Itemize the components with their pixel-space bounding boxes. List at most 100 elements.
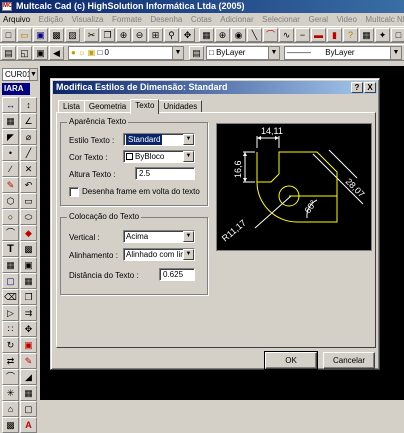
linetype-select[interactable]: ——— ByLayer ▼ — [284, 46, 402, 60]
vertical-select[interactable]: Acima ▼ — [123, 230, 195, 243]
dim-aligned-icon[interactable]: ▦ — [2, 113, 19, 129]
trim-icon[interactable]: − — [295, 28, 310, 42]
menu-arquivo[interactable]: Arquivo — [0, 13, 33, 26]
tab-texto[interactable]: Texto — [130, 99, 160, 114]
menu-formate[interactable]: Formate — [109, 13, 145, 26]
ray-icon[interactable]: ∕ — [2, 161, 19, 177]
open-folder-icon[interactable]: ▭ — [17, 28, 32, 42]
estilo-texto-select[interactable]: Standard ▼ — [123, 133, 195, 146]
arc-icon[interactable]: ⌒ — [263, 28, 278, 42]
dim-vertical-icon[interactable]: ↕ — [20, 97, 37, 113]
altura-texto-input[interactable]: 2.5 — [135, 167, 195, 180]
xline-icon[interactable]: ✕ — [20, 161, 37, 177]
color-select[interactable]: □ ByLayer ▼ — [206, 46, 280, 60]
draw-rectangle-icon[interactable]: ▭ — [20, 193, 37, 209]
block-icon[interactable]: ◆ — [20, 225, 37, 241]
app-icon[interactable]: MC — [2, 2, 12, 11]
menu-multcalc-nbr6118[interactable]: Multcalc NBR6118 — [362, 13, 404, 26]
cancel-button[interactable]: Cancelar — [323, 352, 375, 369]
draw-circle-icon[interactable]: ○ — [2, 209, 19, 225]
dim-diameter-icon[interactable]: ⌀ — [20, 129, 37, 145]
properties-icon[interactable]: ▦ — [20, 385, 37, 401]
save-icon[interactable]: ▣ — [33, 28, 48, 42]
layer-previous-icon[interactable]: ◀ — [49, 46, 64, 60]
pin-icon[interactable]: ✦ — [375, 28, 390, 42]
zoom-all-icon[interactable]: ⚲ — [164, 28, 179, 42]
cut-icon[interactable]: ✂ — [84, 28, 99, 42]
alinhamento-select[interactable]: Alinhado com linh ▼ — [123, 248, 195, 261]
calc-icon[interactable]: ▦ — [359, 28, 374, 42]
rotate-icon[interactable]: ↻ — [2, 337, 19, 353]
measure-icon[interactable]: ▢ — [20, 401, 37, 417]
stretch-icon[interactable]: ⇄ — [2, 353, 19, 369]
text-tool-icon[interactable]: T — [2, 241, 19, 257]
table-icon[interactable]: ▦ — [20, 273, 37, 289]
layer-properties-icon[interactable]: ◱ — [17, 46, 32, 60]
menu-selecionar[interactable]: Selecionar — [259, 13, 303, 26]
break-icon[interactable]: ✎ — [20, 353, 37, 369]
pencil-icon[interactable]: ✎ — [2, 177, 19, 193]
hatch-icon[interactable]: ▦ — [199, 28, 214, 42]
insert-icon[interactable]: ▩ — [20, 241, 37, 257]
scale-icon[interactable]: ▣ — [20, 337, 37, 353]
print-icon[interactable]: ▩ — [49, 28, 64, 42]
distancia-texto-input[interactable]: 0.625 — [159, 268, 195, 281]
hatch-tool-icon[interactable]: ▦ — [2, 257, 19, 273]
menu-geral[interactable]: Geral — [306, 13, 332, 26]
undo-arrow-icon[interactable]: ↶ — [20, 177, 37, 193]
layer-states-icon[interactable]: ▣ — [33, 46, 48, 60]
line-icon[interactable]: ╲ — [247, 28, 262, 42]
polygon-icon[interactable]: ⬡ — [2, 193, 19, 209]
chamfer-icon[interactable]: ◢ — [20, 369, 37, 385]
acrobat-icon[interactable]: A — [20, 417, 37, 433]
snap-icon[interactable]: ⊕ — [215, 28, 230, 42]
layer-select[interactable]: ● ☼ ▣ □ 0 ▼ — [68, 46, 184, 60]
dim-angular-icon[interactable]: ∠ — [20, 113, 37, 129]
make-current-layer-icon[interactable]: ▤ — [189, 46, 204, 60]
region-icon[interactable]: ▣ — [20, 257, 37, 273]
move-icon[interactable]: ✥ — [20, 321, 37, 337]
image-icon[interactable]: ▩ — [2, 417, 19, 433]
extend-icon[interactable]: ▬ — [311, 28, 326, 42]
close-button[interactable]: X — [364, 82, 376, 93]
zoom-out-icon[interactable]: ⊖ — [132, 28, 147, 42]
menu-video[interactable]: Video — [334, 13, 360, 26]
erase-icon[interactable]: ⌫ — [2, 289, 19, 305]
cursor-select[interactable]: CUR01 ▼ — [2, 68, 38, 81]
dim-horizontal-icon[interactable]: ↔ — [2, 97, 19, 113]
menu-cotas[interactable]: Cotas — [188, 13, 215, 26]
menu-visualiza[interactable]: Visualiza — [69, 13, 107, 26]
pan-icon[interactable]: ✥ — [180, 28, 195, 42]
desenha-frame-checkbox[interactable] — [69, 187, 79, 197]
mirror-icon[interactable]: ▷ — [2, 305, 19, 321]
offset-icon[interactable]: ⇉ — [20, 305, 37, 321]
explode-icon[interactable]: ✳ — [2, 385, 19, 401]
help-icon[interactable]: ? — [343, 28, 358, 42]
polyline-icon[interactable]: ∿ — [279, 28, 294, 42]
copy-object-icon[interactable]: ❐ — [20, 289, 37, 305]
help-button[interactable]: ? — [351, 82, 363, 93]
wipeout-icon[interactable]: ▢ — [2, 273, 19, 289]
zoom-in-icon[interactable]: ⊕ — [116, 28, 131, 42]
print-preview-icon[interactable]: ▨ — [65, 28, 80, 42]
array-icon[interactable]: ∷ — [2, 321, 19, 337]
ellipse-icon[interactable]: ⬭ — [20, 209, 37, 225]
copy-icon[interactable]: ❐ — [100, 28, 115, 42]
draw-arc-icon[interactable]: ⌒ — [2, 225, 19, 241]
ok-button[interactable]: OK — [264, 351, 318, 370]
menu-edicao[interactable]: Edição — [36, 13, 66, 26]
point-icon[interactable]: • — [2, 145, 19, 161]
dim-radius-icon[interactable]: ◤ — [2, 129, 19, 145]
new-file-icon[interactable]: □ — [1, 28, 16, 42]
zoom-window-icon[interactable]: ⊞ — [148, 28, 163, 42]
menu-adicionar[interactable]: Adicionar — [217, 13, 256, 26]
cor-texto-select[interactable]: ByBloco ▼ — [123, 150, 195, 163]
layer-manager-icon[interactable]: ▤ — [1, 46, 16, 60]
home-icon[interactable]: ⌂ — [2, 401, 19, 417]
menu-desenha[interactable]: Desenha — [147, 13, 185, 26]
fillet-icon[interactable]: ⌒ — [2, 369, 19, 385]
draw-line-icon[interactable]: ╱ — [20, 145, 37, 161]
layer-tool-icon[interactable]: ▮ — [327, 28, 342, 42]
target-icon[interactable]: ◉ — [231, 28, 246, 42]
rectangle-icon[interactable]: □ — [391, 28, 404, 42]
